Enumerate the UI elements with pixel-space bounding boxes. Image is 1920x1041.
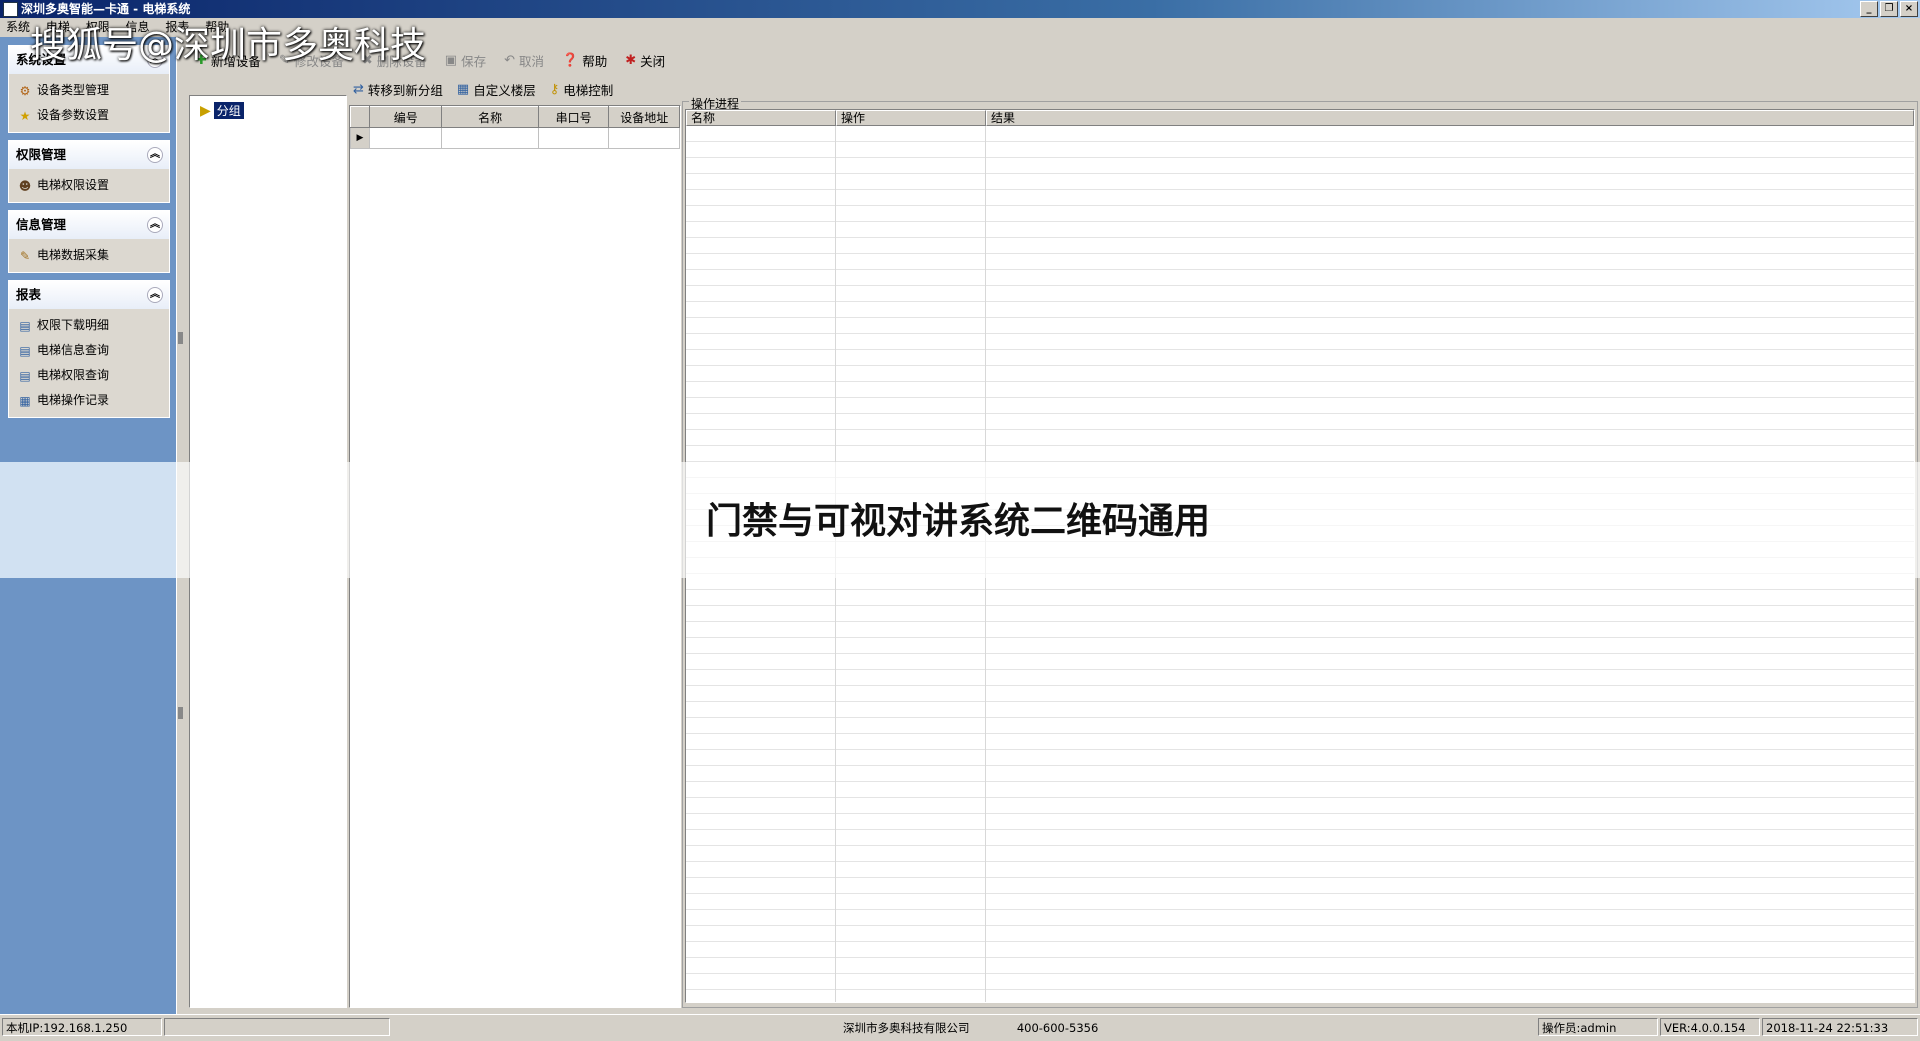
nav-item-device-type[interactable]: ⚙ 设备类型管理: [9, 78, 169, 103]
app-icon: [3, 2, 18, 17]
elevator-control-button[interactable]: ⚷ 电梯控制: [550, 80, 614, 99]
col-op-result[interactable]: 结果: [986, 110, 1914, 126]
row-indicator-header: [350, 106, 370, 128]
row-pointer-icon: ▶: [350, 127, 370, 149]
star-icon: ★: [19, 108, 31, 123]
splitter-grip[interactable]: [178, 332, 183, 344]
splitter-grip[interactable]: [178, 707, 183, 719]
col-op-name[interactable]: 名称: [686, 110, 836, 126]
status-empty: [164, 1018, 390, 1036]
table-cell[interactable]: [608, 127, 680, 149]
elevator-control-label: 电梯控制: [563, 82, 614, 98]
nav-group-permission: 权限管理 ︽ ☻ 电梯权限设置: [8, 140, 170, 203]
nav-group-header[interactable]: 报表 ︽: [9, 281, 169, 309]
table-cell[interactable]: [537, 127, 610, 149]
move-icon: ⇄: [353, 81, 364, 97]
close-button[interactable]: ✱ 关闭: [625, 51, 665, 70]
data-collect-icon: ✎: [19, 248, 31, 263]
exit-icon: ✱: [625, 52, 637, 68]
restore-icon[interactable]: ❐: [1880, 1, 1898, 17]
col-op-action[interactable]: 操作: [836, 110, 986, 126]
table-cell[interactable]: [441, 127, 539, 149]
nav-group-title: 报表: [16, 287, 42, 302]
log-icon: ▦: [19, 393, 31, 408]
col-name[interactable]: 名称: [441, 106, 539, 128]
report-icon: ▤: [19, 343, 31, 358]
nav-group-title: 信息管理: [16, 217, 67, 232]
status-version: VER:4.0.0.154: [1660, 1018, 1760, 1036]
save-icon: ▣: [444, 52, 458, 68]
nav-item-elevator-permission-query[interactable]: ▤ 电梯权限查询: [9, 363, 169, 388]
key-icon: ⚷: [549, 81, 560, 97]
collapse-icon[interactable]: ︽: [147, 287, 163, 303]
user-key-icon: ☻: [18, 178, 32, 193]
close-label: 关闭: [640, 53, 666, 69]
nav-item-label: 电梯数据采集: [37, 248, 110, 262]
custom-floor-label: 自定义楼层: [473, 82, 536, 98]
status-operator: 操作员:admin: [1538, 1018, 1658, 1036]
calendar-icon: ▦: [456, 81, 470, 97]
cancel-button[interactable]: ↶ 取消: [504, 51, 544, 70]
undo-icon: ↶: [504, 52, 515, 68]
help-button[interactable]: ❓ 帮助: [562, 51, 607, 70]
status-company: 深圳市多奥科技有限公司: [843, 1021, 970, 1035]
caption-overlay-text: 门禁与可视对讲系统二维码通用: [706, 501, 1211, 542]
nav-item-device-params[interactable]: ★ 设备参数设置: [9, 103, 169, 128]
nav-group-info: 信息管理 ︽ ✎ 电梯数据采集: [8, 210, 170, 273]
col-serial-port[interactable]: 串口号: [537, 106, 610, 128]
cancel-label: 取消: [518, 53, 544, 69]
status-bar: 本机IP:192.168.1.250 深圳市多奥科技有限公司 400-600-5…: [0, 1014, 1920, 1041]
move-group-button[interactable]: ⇄ 转移到新分组: [353, 80, 443, 99]
nav-item-label: 电梯操作记录: [37, 393, 110, 407]
tree-node-root[interactable]: ▶ 分组: [200, 102, 244, 119]
close-window-icon[interactable]: ×: [1900, 1, 1918, 17]
nav-item-label: 设备参数设置: [37, 108, 110, 122]
col-number[interactable]: 编号: [368, 106, 443, 128]
collapse-icon[interactable]: ︽: [147, 217, 163, 233]
nav-item-label: 电梯信息查询: [37, 343, 110, 357]
save-button[interactable]: ▣ 保存: [445, 51, 486, 70]
nav-item-data-collect[interactable]: ✎ 电梯数据采集: [9, 243, 169, 268]
collapse-icon[interactable]: ︽: [147, 147, 163, 163]
nav-item-operation-log[interactable]: ▦ 电梯操作记录: [9, 388, 169, 413]
move-group-label: 转移到新分组: [367, 82, 443, 98]
nav-item-label: 权限下载明细: [37, 318, 110, 332]
report-icon: ▤: [19, 318, 31, 333]
report-icon: ▤: [19, 368, 31, 383]
nav-item-label: 电梯权限查询: [37, 368, 110, 382]
status-ip: 本机IP:192.168.1.250: [2, 1018, 162, 1036]
device-grid-header: 编号 名称 串口号 设备地址: [350, 106, 680, 128]
help-icon: ❓: [562, 52, 579, 68]
custom-floor-button[interactable]: ▦ 自定义楼层: [457, 80, 536, 99]
device-toolbar: ⇄ 转移到新分组 ▦ 自定义楼层 ⚷ 电梯控制: [349, 77, 679, 101]
nav-group-title: 权限管理: [16, 147, 67, 162]
nav-item-download-detail[interactable]: ▤ 权限下载明细: [9, 313, 169, 338]
window-controls: _ ❐ ×: [1860, 1, 1918, 17]
nav-item-elevator-permission[interactable]: ☻ 电梯权限设置: [9, 173, 169, 198]
status-company-area: 深圳市多奥科技有限公司 400-600-5356: [392, 1018, 1536, 1036]
nav-group-header[interactable]: 信息管理 ︽: [9, 211, 169, 239]
minimize-icon[interactable]: _: [1860, 1, 1878, 17]
status-datetime: 2018-11-24 22:51:33: [1762, 1018, 1918, 1036]
watermark: 搜狐号@深圳市多奥科技: [30, 25, 427, 66]
main-toolbar: ✚ 新增设备 ✎ 修改设备 ✖ 删除设备 ▣ 保存 ↶ 取消 ❓ 帮助 ✱ 关闭: [186, 43, 1916, 77]
tree-node-label: 分组: [213, 102, 244, 119]
folder-icon: ▶: [200, 102, 211, 119]
help-label: 帮助: [582, 53, 608, 69]
nav-item-label: 电梯权限设置: [37, 178, 110, 192]
nav-item-label: 设备类型管理: [37, 83, 110, 97]
nav-item-elevator-info-query[interactable]: ▤ 电梯信息查询: [9, 338, 169, 363]
table-row[interactable]: ▶: [350, 127, 680, 149]
operation-grid-header: 名称 操作 结果: [686, 110, 1914, 126]
save-label: 保存: [461, 53, 487, 69]
devices-icon: ⚙: [19, 83, 31, 98]
nav-group-report: 报表 ︽ ▤ 权限下载明细 ▤ 电梯信息查询 ▤ 电梯权限查询 ▦ 电梯操作记录: [8, 280, 170, 418]
col-device-address[interactable]: 设备地址: [608, 106, 680, 128]
nav-group-header[interactable]: 权限管理 ︽: [9, 141, 169, 169]
status-phone: 400-600-5356: [1016, 1021, 1099, 1035]
table-cell[interactable]: [368, 127, 443, 149]
